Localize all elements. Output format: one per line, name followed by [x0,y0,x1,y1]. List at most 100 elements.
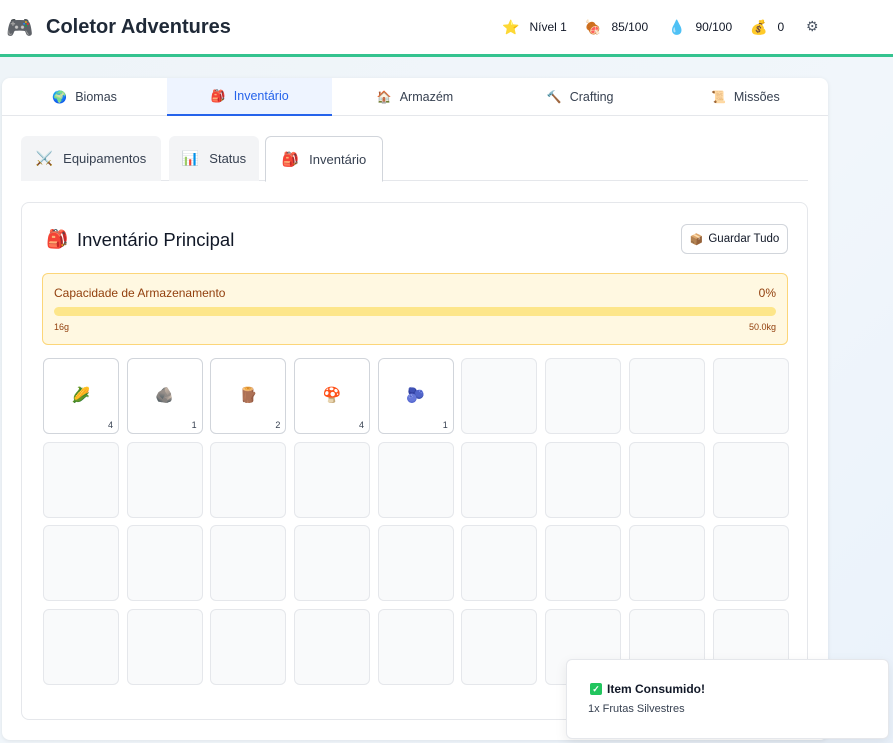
capacity-current: 16g [54,322,70,332]
stat-level: ⭐ Nível 1 [502,17,567,37]
inventory-panel: 🎒 Inventário Principal 📦 Guardar Tudo Ca… [21,202,808,720]
capacity-max: 50.0kg [748,322,776,332]
inventory-slot-empty[interactable] [210,608,287,685]
tab-inventario[interactable]: 🎒 Inventário [167,78,333,116]
inventory-title: Inventário Principal [77,229,235,250]
house-icon: 🏠 [376,90,392,104]
inventory-slot-empty[interactable] [126,608,203,685]
capacity-box: Capacidade de Armazenamento 0% 16g 50.0k… [42,273,788,345]
capacity-label: Capacidade de Armazenamento [54,286,226,300]
inventory-slot-empty[interactable] [461,525,538,601]
toast-title: Item Consumido! [607,682,705,696]
stone-icon: 🪨 [155,387,175,404]
inventory-slot-empty[interactable] [294,441,371,518]
package-icon: 📦 [689,233,704,246]
app-header: 🎮 Coletor Adventures ⭐ Nível 1 🍖 85/100 … [0,0,893,57]
tab-label: Crafting [569,90,614,104]
bar-chart-icon: 📊 [181,150,200,166]
inventory-slot-item[interactable]: 🪨 1 [126,358,203,434]
subtab-label: Status [209,151,247,166]
mushroom-icon: 🍄 [322,387,342,404]
inventory-slot-empty[interactable] [461,358,538,434]
app-title: Coletor Adventures [46,16,231,38]
coins-value: 0 [777,20,785,34]
capacity-bar [54,307,776,316]
food-value: 85/100 [611,20,649,34]
scroll-icon: 📜 [710,90,726,104]
item-quantity: 4 [359,420,365,430]
store-all-label: Guardar Tudo [708,233,780,245]
tab-label: Missões [733,90,780,104]
inventory-slot-item[interactable]: 🫐 1 [377,358,454,434]
backpack-icon: 🎒 [210,89,226,103]
item-quantity: 4 [107,420,113,430]
subtab-equipamentos[interactable]: ⚔️ Equipamentos [21,136,161,181]
store-all-button[interactable]: 📦 Guardar Tudo [681,224,788,254]
star-icon: ⭐ [502,19,520,35]
inventory-slot-empty[interactable] [43,441,119,518]
backpack-icon: 🎒 [281,150,300,167]
inventory-slot-empty[interactable] [126,525,203,601]
corn-icon: 🌽 [71,387,91,404]
inventory-slot-empty[interactable] [43,608,119,685]
backpack-icon: 🎒 [46,229,69,249]
toast-message: 1x Frutas Silvestres [588,703,685,715]
inventory-slot-empty[interactable] [628,358,705,434]
inventory-slot-empty[interactable] [377,441,454,518]
subtab-label: Equipamentos [63,151,147,166]
inventory-slot-empty[interactable] [377,525,454,601]
inventory-slot-empty[interactable] [461,441,538,518]
tab-biomas[interactable]: 🌍 Biomas [2,78,167,116]
inventory-slot-empty[interactable] [712,358,789,434]
stat-food: 🍖 85/100 [584,17,648,37]
money-bag-icon: 💰 [750,19,768,35]
capacity-percent: 0% [758,286,776,300]
berries-icon: 🫐 [406,387,426,404]
inventory-slot-empty[interactable] [545,358,622,434]
subtab-status[interactable]: 📊 Status [169,136,259,181]
inventory-slot-item[interactable]: 🌽 4 [43,358,119,434]
hammer-icon: 🔨 [546,90,562,104]
tab-label: Inventário [233,89,289,103]
globe-icon: 🌍 [52,90,68,104]
item-quantity: 2 [275,420,281,430]
tab-armazem[interactable]: 🏠 Armazém [332,78,497,116]
tab-label: Biomas [75,90,117,104]
gamepad-icon: 🎮 [6,15,34,40]
inventory-slot-empty[interactable] [712,525,789,601]
main-card: 🌍 Biomas 🎒 Inventário 🏠 Armazém 🔨 Crafti… [2,78,828,740]
crossed-swords-icon: ⚔️ [35,150,54,166]
inventory-slot-empty[interactable] [628,441,705,518]
gear-icon[interactable]: ⚙ [806,17,819,35]
subtab-label: Inventário [309,151,367,167]
subtab-inventario[interactable]: 🎒 Inventário [265,136,383,182]
inventory-slot-empty[interactable] [377,608,454,685]
inventory-slot-empty[interactable] [126,441,203,518]
check-icon: ✓ [590,683,602,695]
inventory-slot-empty[interactable] [294,608,371,685]
tab-label: Armazém [399,90,454,104]
inventory-slot-empty[interactable] [545,441,622,518]
toast-notification: ✓ Item Consumido! 1x Frutas Silvestres [566,659,889,739]
item-quantity: 1 [191,420,197,430]
inventory-slot-item[interactable]: 🍄 4 [294,358,371,434]
inventory-slot-empty[interactable] [628,525,705,601]
inventory-slot-item[interactable]: 🪵 2 [210,358,287,434]
stat-water: 💧 90/100 [668,17,732,37]
wood-log-icon: 🪵 [239,387,258,404]
inventory-slot-empty[interactable] [210,525,287,601]
inventory-slot-empty[interactable] [210,441,287,518]
inventory-slot-empty[interactable] [461,608,538,685]
inventory-slot-empty[interactable] [712,441,789,518]
inventory-slot-empty[interactable] [43,525,119,601]
main-tabs: 🌍 Biomas 🎒 Inventário 🏠 Armazém 🔨 Crafti… [2,78,828,116]
item-quantity: 1 [442,420,448,430]
inventory-slot-empty[interactable] [545,525,622,601]
meat-icon: 🍖 [584,19,602,35]
tab-crafting[interactable]: 🔨 Crafting [498,78,663,116]
water-drop-icon: 💧 [668,19,686,35]
level-value: Nível 1 [529,20,567,34]
inventory-slot-empty[interactable] [294,525,371,601]
stat-coins: 💰 0 [750,17,784,37]
tab-missoes[interactable]: 📜 Missões [663,78,828,116]
